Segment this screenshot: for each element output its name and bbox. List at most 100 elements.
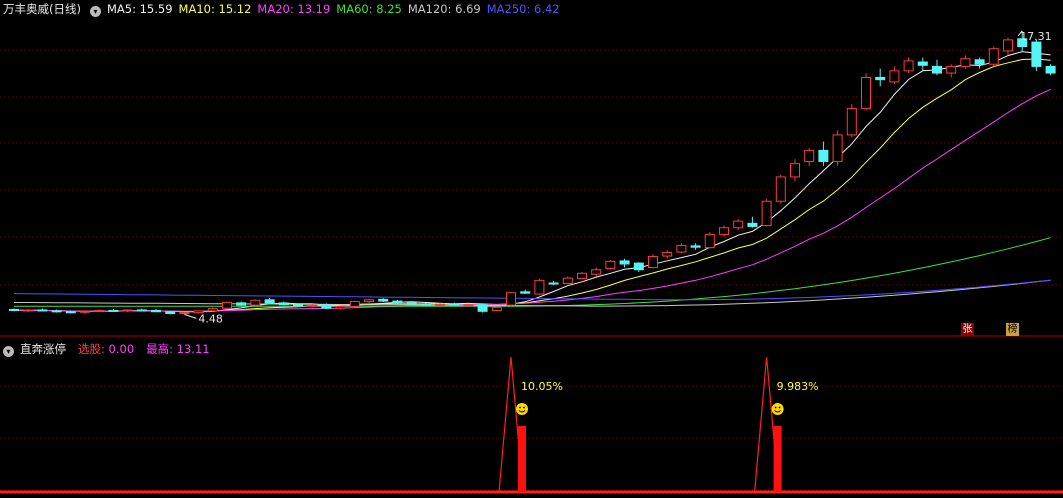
candle-body-1 [23, 309, 34, 312]
candle-body-8 [122, 309, 133, 312]
candle-body-60 [861, 76, 871, 109]
smiley-eye-right-1 [778, 406, 781, 409]
candle-body-38 [548, 282, 559, 285]
candle-body-18 [264, 299, 275, 304]
kline-chart: 17.31 4.48 10.05% 9.983% [0, 30, 1063, 494]
candle-body-67 [960, 58, 971, 67]
candle-body-70 [1003, 39, 1013, 52]
candle-body-52 [747, 222, 758, 227]
candle-body-16 [236, 302, 247, 306]
indicator-menu-icon[interactable]: ▾ [3, 346, 14, 357]
candle-body-24 [349, 301, 360, 307]
indicator-name[interactable]: 直奔涨停 [20, 342, 66, 356]
candle-body-56 [804, 149, 815, 162]
candle-body-43 [619, 260, 630, 265]
badge-bang[interactable]: 榜 [1006, 323, 1019, 336]
candle-body-72 [1031, 41, 1042, 67]
smiley-icon-0 [516, 403, 528, 415]
candle-body-7 [108, 309, 119, 312]
indicator-field-0: 选股: 0.00 [78, 342, 135, 356]
candle-body-11 [165, 311, 176, 315]
candle-body-29 [420, 303, 431, 306]
annotation-arrow-1 [184, 313, 197, 319]
candle-body-65 [932, 65, 942, 74]
indicator-fields: 选股: 0.00 最高: 13.11 [72, 342, 216, 356]
candle-body-31 [449, 303, 460, 306]
badge-zhang[interactable]: 张 [961, 323, 974, 336]
candle-body-20 [293, 304, 303, 307]
candle-body-50 [719, 227, 729, 235]
candle-body-66 [946, 65, 957, 74]
annotation-low-price: 4.48 [198, 312, 223, 325]
candle-body-12 [179, 312, 190, 315]
chart-root: 17.31 4.48 10.05% 9.983% 万丰奥威(日线) ▾ MA5: 15.5… [0, 0, 1063, 498]
candle-body-40 [577, 272, 587, 280]
candle-body-34 [491, 306, 502, 311]
candle-body-42 [605, 260, 616, 269]
candle-body-47 [676, 244, 687, 253]
candle-body-4 [65, 311, 76, 314]
ma-label-ma5: MA5: 15.59 [106, 2, 173, 16]
ma-label-ma250: MA250: 6.42 [486, 2, 560, 16]
indicator-bar-1 [773, 426, 782, 492]
smiley-icon-1 [771, 403, 784, 415]
candle-body-41 [591, 269, 602, 275]
candle-body-22 [321, 304, 332, 309]
candle-body-0 [9, 309, 19, 312]
candle-body-2 [37, 309, 48, 312]
candle-body-55 [790, 163, 800, 178]
candle-body-54 [775, 176, 786, 202]
candle-body-32 [463, 304, 474, 307]
smiley-eye-left-1 [774, 406, 777, 409]
candle-body-69 [988, 48, 999, 65]
ma60-line [14, 237, 1051, 307]
candle-body-28 [406, 302, 417, 305]
smiley-eye-right-0 [523, 406, 525, 409]
candle-body-9 [136, 309, 147, 312]
main-header: 万丰奥威(日线) ▾ MA5: 15.59 MA10: 15.12 MA20: 13.1… [0, 0, 572, 18]
ma-label-ma10: MA10: 15.12 [178, 2, 252, 16]
candle-body-48 [690, 245, 701, 248]
indicator-field-1: 最高: 13.11 [146, 342, 210, 356]
candle-body-53 [761, 200, 772, 227]
candle-body-73 [1045, 65, 1056, 74]
candle-body-5 [80, 310, 90, 313]
smiley-eye-left-0 [519, 406, 521, 409]
candle-body-61 [875, 76, 886, 81]
candle-body-17 [250, 299, 261, 306]
ma-label-ma60: MA60: 8.25 [336, 2, 402, 16]
stock-title: 万丰奥威(日线) [3, 2, 81, 16]
indicator-label-1: 9.983% [777, 380, 819, 393]
candle-body-58 [832, 134, 843, 162]
candle-body-3 [51, 310, 62, 313]
candle-body-39 [562, 277, 573, 284]
candle-body-62 [889, 70, 900, 83]
candle-body-44 [633, 262, 644, 271]
candle-body-64 [917, 61, 928, 66]
annotation-high-price: 17.31 [1020, 30, 1051, 43]
candle-body-46 [662, 252, 673, 257]
candle-body-19 [278, 302, 289, 306]
settings-icon[interactable]: ▾ [89, 6, 101, 17]
candle-body-59 [846, 107, 857, 136]
candle-body-27 [392, 300, 403, 303]
candle-body-25 [364, 299, 374, 303]
candle-body-26 [378, 298, 389, 302]
candle-body-57 [818, 149, 829, 162]
ma20-line [13, 88, 1051, 312]
candle-body-35 [506, 292, 516, 306]
candle-body-10 [151, 309, 161, 313]
candle-body-45 [648, 255, 658, 269]
candle-body-30 [435, 303, 445, 306]
indicator-bar-0 [518, 426, 526, 492]
candle-body-51 [733, 220, 744, 229]
candle-body-23 [335, 305, 346, 309]
candle-body-14 [207, 308, 218, 312]
candle-body-63 [903, 60, 914, 72]
candle-body-68 [974, 59, 985, 65]
ma250-line [13, 279, 1051, 301]
ma-label-ma120: MA120: 6.69 [407, 2, 481, 16]
ma-legend: MA5: 15.59 MA10: 15.12 MA20: 13.19 MA60: 8.… [107, 2, 566, 16]
indicator-label-0: 10.05% [521, 380, 563, 393]
candle-body-36 [520, 291, 531, 294]
